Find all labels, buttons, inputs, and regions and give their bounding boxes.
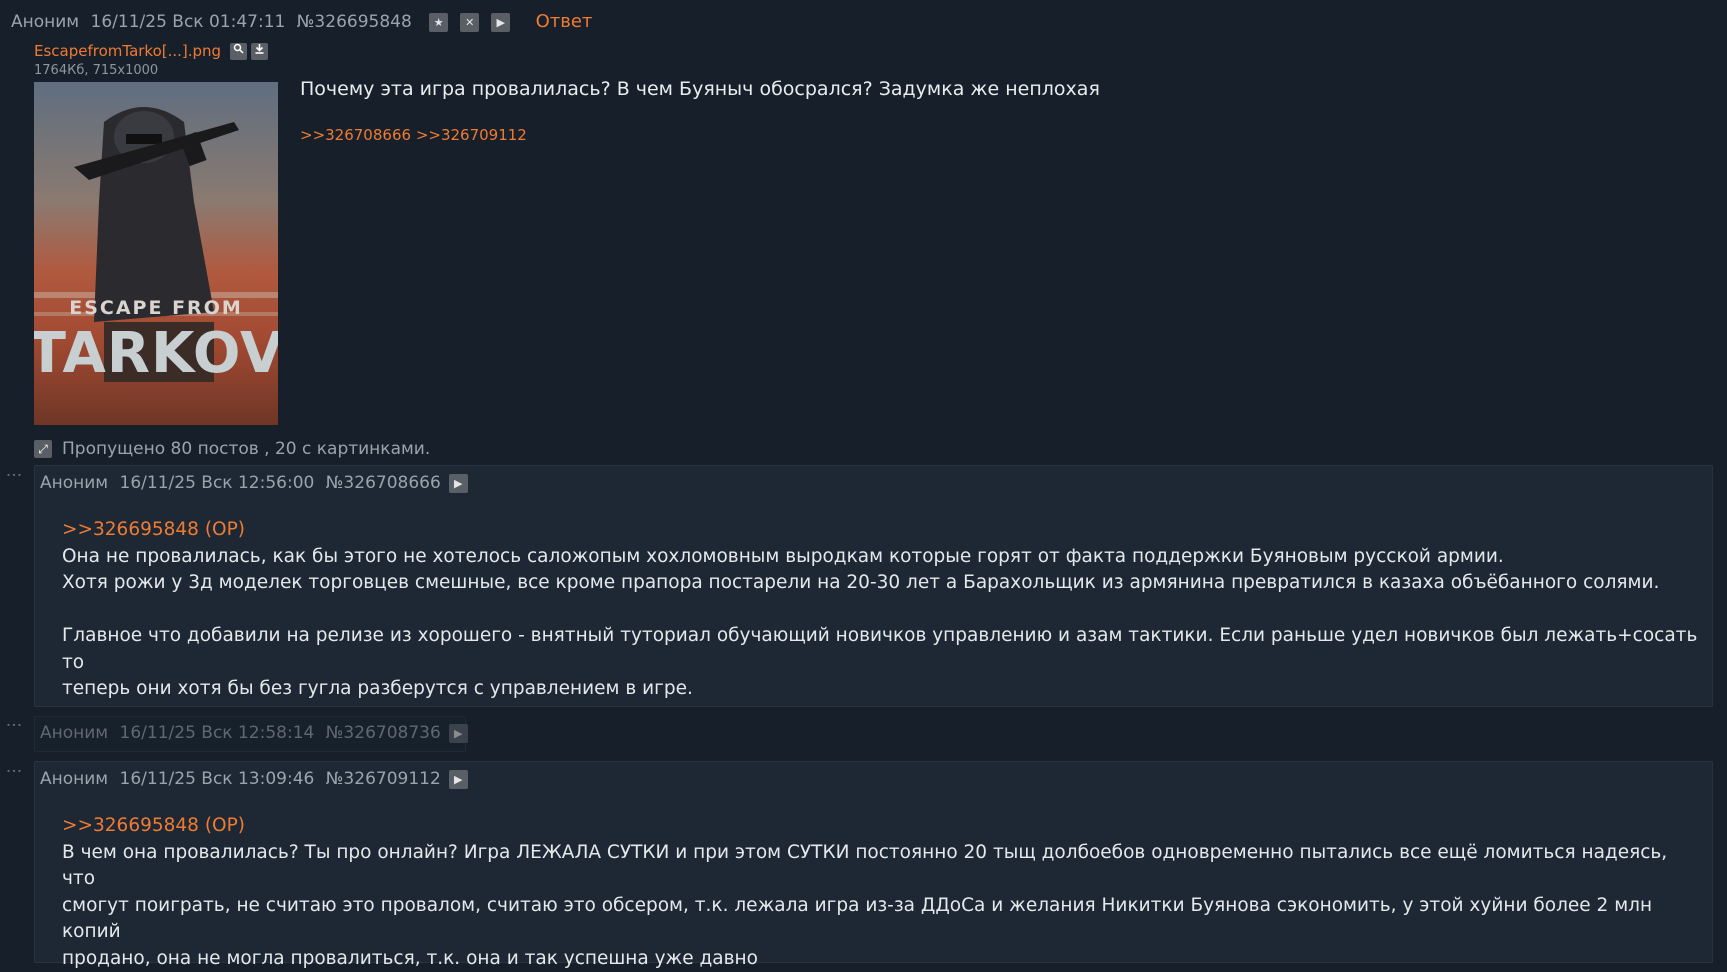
op-quote-link[interactable]: >>326695848 (OP) <box>62 813 1702 840</box>
post-line: Главное что добавили на релизе из хороше… <box>62 623 1702 676</box>
post-menu-dots-icon[interactable]: ⋮ <box>5 763 24 780</box>
backlink[interactable]: >>326709112 <box>416 126 527 144</box>
omitted-posts-text: Пропущено 80 постов , 20 с картинками. <box>62 439 430 459</box>
backlink[interactable]: >>326708666 <box>300 126 411 144</box>
post-body: >>326695848 (OP) В чем она провалилась? … <box>62 813 1702 972</box>
reply-post: Аноним 16/11/25 Вск 13:09:46 №326709112 ▶… <box>34 761 1713 963</box>
reply-post: Аноним 16/11/25 Вск 12:56:00 №326708666 ▶… <box>34 465 1713 707</box>
post-date: 16/11/25 Вск 13:09:46 <box>120 769 315 789</box>
post-line: смогут поиграть, не считаю это провалом,… <box>62 893 1702 946</box>
op-thumbnail[interactable]: ESCAPE FROM TARKOV <box>34 82 278 425</box>
collapsed-post[interactable]: Аноним 16/11/25 Вск 12:58:14 №326708736 ▶ <box>34 716 466 752</box>
op-backlinks: >>326708666 >>326709112 <box>300 126 527 144</box>
post-menu-dots-icon[interactable]: ⋮ <box>5 717 24 734</box>
post-number[interactable]: №326709112 <box>326 769 441 789</box>
poster-title-bottom: TARKOV <box>34 321 278 386</box>
post-menu-play-icon[interactable]: ▶ <box>449 770 468 789</box>
favorite-star-icon[interactable]: ★ <box>429 13 448 32</box>
post-line: продано, она не могла провалиться, т.к. … <box>62 946 1702 972</box>
post-line: В чем она провалилась? Ты про онлайн? Иг… <box>62 840 1702 893</box>
post-body: >>326695848 (OP) Она не провалилась, как… <box>62 517 1702 703</box>
op-file-info: EscapefromTarko[...].png <box>34 41 268 60</box>
post-line: теперь они хотя бы без гугла разберутся … <box>62 676 1702 703</box>
post-number[interactable]: №326708666 <box>326 473 441 493</box>
file-name-link[interactable]: EscapefromTarko[...].png <box>34 42 221 60</box>
post-menu-play-icon[interactable]: ▶ <box>449 724 468 743</box>
image-search-icon[interactable] <box>230 43 247 60</box>
op-quote-link[interactable]: >>326695848 (OP) <box>62 517 1702 544</box>
post-author: Аноним <box>40 723 108 743</box>
post-header: Аноним 16/11/25 Вск 12:58:14 №326708736 ▶ <box>40 723 474 743</box>
file-meta: 1764Кб, 715x1000 <box>34 63 158 78</box>
hide-post-icon[interactable]: ✕ <box>460 13 479 32</box>
post-number[interactable]: №326708736 <box>326 723 441 743</box>
op-number[interactable]: №326695848 <box>297 12 412 32</box>
op-header: Аноним 16/11/25 Вск 01:47:11 №326695848 … <box>11 11 592 32</box>
post-header: Аноним 16/11/25 Вск 13:09:46 №326709112 ▶ <box>40 769 474 789</box>
post-menu-play-icon[interactable]: ▶ <box>491 13 510 32</box>
post-date: 16/11/25 Вск 12:56:00 <box>120 473 315 493</box>
omitted-posts-bar[interactable]: ⤢ Пропущено 80 постов , 20 с картинками. <box>34 439 430 459</box>
post-date: 16/11/25 Вск 12:58:14 <box>120 723 315 743</box>
op-author: Аноним <box>11 12 79 32</box>
post-header: Аноним 16/11/25 Вск 12:56:00 №326708666 ▶ <box>40 473 474 493</box>
op-date: 16/11/25 Вск 01:47:11 <box>91 12 286 32</box>
op-message: Почему эта игра провалилась? В чем Буяны… <box>300 78 1100 100</box>
post-menu-play-icon[interactable]: ▶ <box>449 474 468 493</box>
post-author: Аноним <box>40 769 108 789</box>
post-menu-dots-icon[interactable]: ⋮ <box>5 467 24 484</box>
post-line: Хотя рожи у 3д моделек торговцев смешные… <box>62 570 1702 597</box>
download-icon[interactable] <box>251 43 268 60</box>
tarkov-poster-image: ESCAPE FROM TARKOV <box>34 82 278 425</box>
reply-link[interactable]: Ответ <box>536 11 593 32</box>
expand-thread-icon[interactable]: ⤢ <box>34 440 52 458</box>
poster-title-top: ESCAPE FROM <box>69 297 243 319</box>
post-author: Аноним <box>40 473 108 493</box>
post-line: Она не провалилась, как бы этого не хоте… <box>62 544 1702 571</box>
